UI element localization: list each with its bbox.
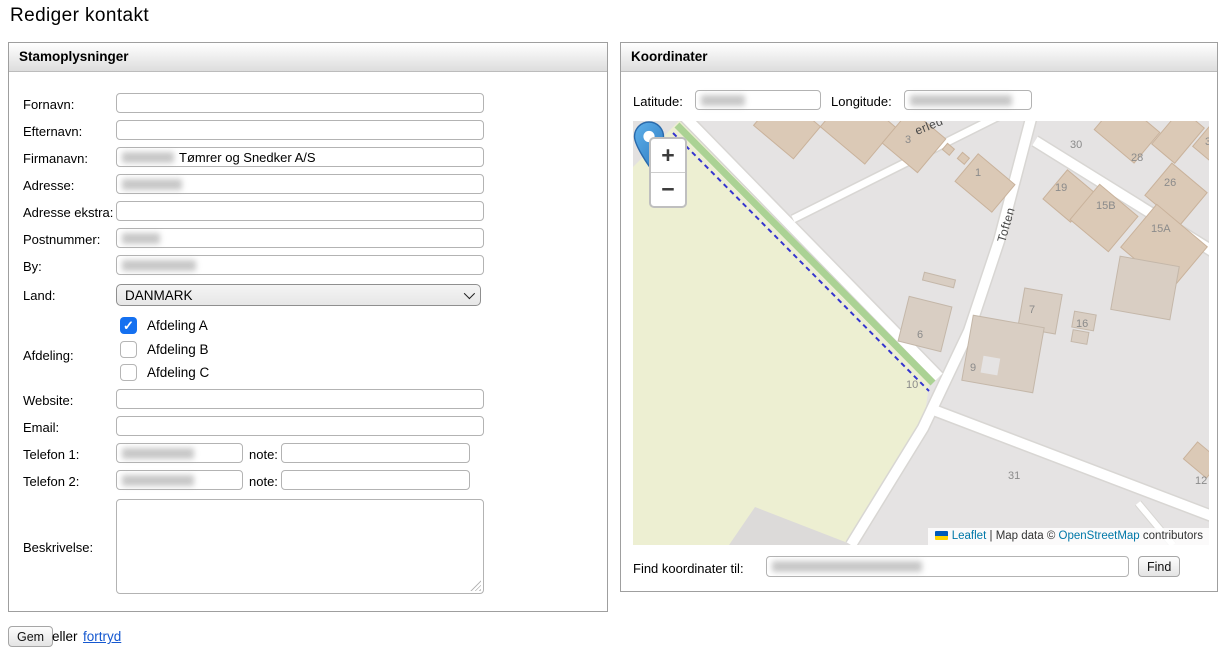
- attribution-contributors: contributors: [1143, 530, 1203, 542]
- find-koordinater-label: Find koordinater til:: [633, 559, 744, 579]
- koordinater-panel: Koordinater Latitude: Longitude:: [620, 42, 1218, 592]
- redacted-text: [122, 233, 160, 244]
- efternavn-label: Efternavn:: [23, 122, 82, 142]
- stamoplysninger-panel: Stamoplysninger Fornavn: Efternavn: Firm…: [8, 42, 608, 612]
- latitude-label: Latitude:: [633, 92, 683, 112]
- redacted-text: [122, 448, 194, 459]
- afdeling-label: Afdeling:: [23, 346, 74, 366]
- redacted-text: [701, 95, 745, 106]
- house-number: 28: [1131, 152, 1143, 164]
- house-number: 3: [905, 134, 911, 146]
- postnummer-input[interactable]: [116, 228, 484, 248]
- redacted-text: [122, 152, 174, 163]
- save-button[interactable]: Gem: [8, 626, 53, 647]
- fornavn-input[interactable]: [116, 93, 484, 113]
- latitude-input[interactable]: [695, 90, 821, 110]
- firmanavn-value: Tømrer og Snedker A/S: [179, 150, 316, 165]
- house-number: 19: [1055, 182, 1067, 194]
- land-selected-value: DANMARK: [125, 288, 193, 303]
- telefon1-label: Telefon 1:: [23, 445, 79, 465]
- koordinater-header: Koordinater: [621, 43, 1217, 72]
- afdeling-c-label: Afdeling C: [147, 364, 209, 382]
- house-number: 16: [1076, 318, 1088, 330]
- land-label: Land:: [23, 286, 56, 306]
- ukraine-flag-icon: [935, 531, 948, 540]
- postnummer-label: Postnummer:: [23, 230, 100, 250]
- house-number: 12: [1195, 475, 1207, 487]
- leaflet-map[interactable]: 3 30 28 26 1 19 15B 15A 3 7 16 6 9 10 31…: [633, 121, 1209, 545]
- afdeling-a-label: Afdeling A: [147, 317, 208, 335]
- house-number: 3: [1205, 136, 1209, 148]
- redacted-text: [122, 475, 194, 486]
- house-number: 26: [1164, 177, 1176, 189]
- beskrivelse-label: Beskrivelse:: [23, 538, 93, 558]
- redacted-text: [122, 179, 182, 190]
- house-number: 6: [917, 329, 923, 341]
- afdeling-a-checkbox[interactable]: [120, 317, 137, 334]
- email-input[interactable]: [116, 416, 484, 436]
- redacted-text: [910, 95, 1012, 106]
- house-number: 9: [970, 362, 976, 374]
- leaflet-link[interactable]: Leaflet: [952, 530, 987, 542]
- map-tiles: 3 30 28 26 1 19 15B 15A 3 7 16 6 9 10 31…: [633, 121, 1209, 545]
- chevron-down-icon: [464, 288, 475, 299]
- cancel-link[interactable]: fortryd: [83, 629, 121, 644]
- house-number: 1: [975, 167, 981, 179]
- house-number: 31: [1008, 470, 1020, 482]
- afdeling-c-checkbox[interactable]: [120, 364, 137, 381]
- house-number: 7: [1029, 304, 1035, 316]
- map-zoom-control: + −: [649, 137, 687, 208]
- fornavn-label: Fornavn:: [23, 95, 74, 115]
- telefon2-input[interactable]: [116, 470, 243, 490]
- email-label: Email:: [23, 418, 59, 438]
- website-input[interactable]: [116, 389, 484, 409]
- map-attribution: Leaflet | Map data © OpenStreetMap contr…: [928, 528, 1209, 545]
- by-input[interactable]: [116, 255, 484, 275]
- efternavn-input[interactable]: [116, 120, 484, 140]
- attribution-mapdata: Map data ©: [996, 530, 1056, 542]
- zoom-out-button[interactable]: −: [651, 172, 685, 206]
- afdeling-b-checkbox[interactable]: [120, 341, 137, 358]
- adresse-ekstra-label: Adresse ekstra:: [23, 203, 113, 223]
- telefon2-label: Telefon 2:: [23, 472, 79, 492]
- zoom-in-button[interactable]: +: [651, 139, 685, 172]
- attribution-divider: |: [989, 530, 992, 542]
- adresse-input[interactable]: [116, 174, 484, 194]
- adresse-ekstra-input[interactable]: [116, 201, 484, 221]
- telefon1-note-label: note:: [249, 445, 278, 465]
- longitude-input[interactable]: [904, 90, 1032, 110]
- find-button[interactable]: Find: [1138, 556, 1180, 577]
- redacted-text: [122, 260, 196, 271]
- house-number: 30: [1070, 139, 1082, 151]
- telefon1-note-input[interactable]: [281, 443, 470, 463]
- telefon2-note-input[interactable]: [281, 470, 470, 490]
- afdeling-b-label: Afdeling B: [147, 341, 209, 359]
- adresse-label: Adresse:: [23, 176, 74, 196]
- longitude-label: Longitude:: [831, 92, 892, 112]
- or-text: eller: [52, 629, 78, 644]
- firmanavn-input[interactable]: Tømrer og Snedker A/S: [116, 147, 484, 167]
- redacted-text: [772, 561, 922, 572]
- stamoplysninger-header: Stamoplysninger: [9, 43, 607, 72]
- telefon1-input[interactable]: [116, 443, 243, 463]
- openstreetmap-link[interactable]: OpenStreetMap: [1059, 530, 1140, 542]
- house-number: 15A: [1151, 223, 1171, 235]
- by-label: By:: [23, 257, 42, 277]
- house-number: 15B: [1096, 200, 1116, 212]
- telefon2-note-label: note:: [249, 472, 278, 492]
- land-select[interactable]: DANMARK: [116, 284, 481, 306]
- beskrivelse-textarea[interactable]: [116, 499, 484, 594]
- house-number: 10: [906, 379, 918, 391]
- find-koordinater-input[interactable]: [766, 556, 1129, 577]
- firmanavn-label: Firmanavn:: [23, 149, 88, 169]
- page-title: Rediger kontakt: [10, 5, 149, 27]
- website-label: Website:: [23, 391, 73, 411]
